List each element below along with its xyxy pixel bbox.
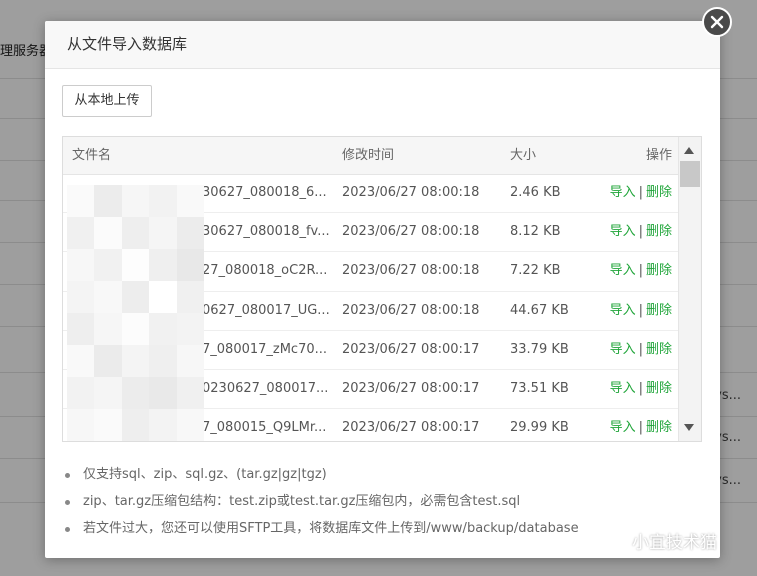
file-name: 30627_080018_6...: [202, 185, 327, 200]
action-separator: |: [638, 263, 643, 279]
file-modified-time: 2023/06/27 08:00:17: [342, 420, 480, 436]
row-actions: 导入 | 删除: [610, 331, 672, 369]
file-size: 29.99 KB: [510, 420, 569, 436]
file-size: 33.79 KB: [510, 341, 569, 357]
file-size: 8.12 KB: [510, 224, 561, 240]
file-size: 44.67 KB: [510, 302, 569, 318]
action-separator: |: [638, 185, 643, 200]
watermark: 小宜技术猫: [598, 528, 717, 553]
scroll-up-arrow-icon[interactable]: [684, 147, 694, 154]
delete-link[interactable]: 删除: [646, 381, 672, 396]
import-link[interactable]: 导入: [610, 420, 636, 435]
delete-link[interactable]: 删除: [646, 224, 672, 239]
file-name: 7_080015_Q9LMr...: [202, 420, 327, 436]
table-header: 文件名 修改时间 大小 操作: [63, 137, 680, 175]
file-size: 7.22 KB: [510, 263, 561, 279]
delete-link[interactable]: 删除: [646, 342, 672, 357]
row-actions: 导入 | 删除: [610, 292, 672, 330]
import-link[interactable]: 导入: [610, 303, 636, 318]
wechat-icon: [599, 530, 625, 550]
file-name: 0627_080017_UG...: [202, 302, 330, 318]
dialog-title: 从文件导入数据库: [45, 21, 720, 69]
file-name: 0230627_080017...: [202, 380, 329, 396]
file-modified-time: 2023/06/27 08:00:18: [342, 185, 480, 200]
upload-local-button[interactable]: 从本地上传: [62, 85, 152, 117]
row-actions: 导入 | 删除: [610, 409, 672, 441]
column-header-ops: 操作: [645, 148, 672, 163]
scrollbar-thumb[interactable]: [680, 161, 700, 187]
file-modified-time: 2023/06/27 08:00:18: [342, 224, 480, 240]
import-link[interactable]: 导入: [610, 342, 636, 357]
import-link[interactable]: 导入: [610, 224, 636, 239]
delete-link[interactable]: 删除: [646, 420, 672, 435]
action-separator: |: [638, 380, 643, 396]
row-actions: 导入 | 删除: [610, 213, 672, 251]
file-name: 30627_080018_fv...: [202, 224, 330, 240]
row-actions: 导入 | 删除: [610, 252, 672, 290]
file-modified-time: 2023/06/27 08:00:17: [342, 341, 480, 357]
scroll-down-arrow-icon[interactable]: [684, 424, 694, 431]
close-icon: [710, 15, 724, 29]
import-link[interactable]: 导入: [610, 381, 636, 396]
column-header-size: 大小: [510, 148, 537, 163]
column-header-name: 文件名: [72, 148, 112, 163]
row-actions: 导入 | 删除: [610, 370, 672, 408]
file-size: 2.46 KB: [510, 185, 561, 200]
import-dialog: 从文件导入数据库 从本地上传 文件名 修改时间 大小 操作 30627_0800…: [45, 21, 720, 558]
file-name: 27_080018_oC2R...: [202, 263, 328, 279]
pixelated-mask: [67, 185, 204, 441]
file-modified-time: 2023/06/27 08:00:18: [342, 263, 480, 279]
delete-link[interactable]: 删除: [646, 303, 672, 318]
file-modified-time: 2023/06/27 08:00:17: [342, 380, 480, 396]
file-size: 73.51 KB: [510, 380, 569, 396]
note-item: zip、tar.gz压缩包结构：test.zip或test.tar.gz压缩包内…: [65, 488, 705, 515]
table-scrollbar[interactable]: [678, 137, 701, 441]
action-separator: |: [638, 302, 643, 318]
action-separator: |: [638, 420, 643, 436]
file-name: 7_080017_zMc70...: [202, 341, 328, 357]
note-item: 仅支持sql、zip、sql.gz、(tar.gz|gz|tgz): [65, 461, 705, 488]
watermark-text: 小宜技术猫: [632, 533, 717, 553]
close-dialog-button[interactable]: [702, 7, 732, 37]
action-separator: |: [638, 341, 643, 357]
file-modified-time: 2023/06/27 08:00:18: [342, 302, 480, 318]
delete-link[interactable]: 删除: [646, 185, 672, 200]
row-actions: 导入 | 删除: [610, 174, 672, 212]
import-link[interactable]: 导入: [610, 185, 636, 200]
action-separator: |: [638, 224, 643, 240]
column-header-time: 修改时间: [342, 148, 395, 163]
delete-link[interactable]: 删除: [646, 263, 672, 278]
file-table: 文件名 修改时间 大小 操作 30627_080018_6... 2023/06…: [62, 136, 702, 442]
import-link[interactable]: 导入: [610, 263, 636, 278]
